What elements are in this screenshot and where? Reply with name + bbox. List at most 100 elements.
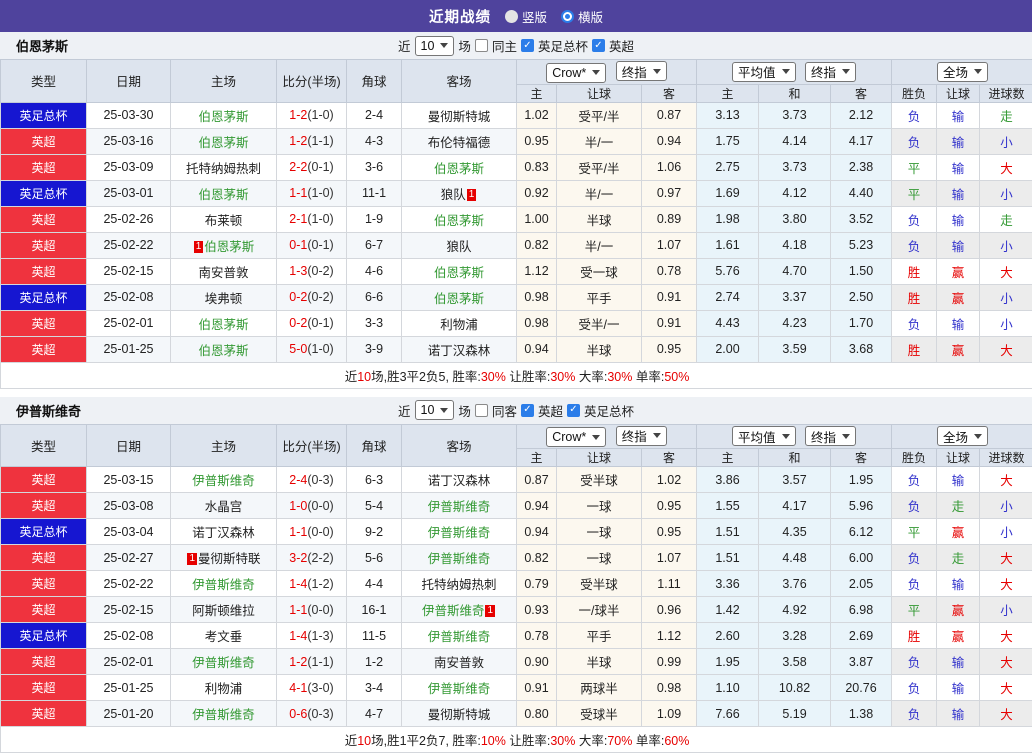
league-filter-checkbox-facup[interactable]: ✓ [567, 404, 580, 417]
recent-count-select[interactable]: 10 [415, 36, 455, 56]
odds-away-cell: 0.78 [642, 258, 697, 284]
avg-away-cell: 2.05 [831, 571, 892, 597]
team-label: 狼队 [441, 188, 466, 202]
score-cell: 3-2(2-2) [277, 545, 347, 571]
recent-count-select[interactable]: 10 [415, 400, 455, 420]
corner-cell: 3-9 [347, 336, 402, 362]
date-cell: 25-02-15 [87, 597, 171, 623]
league-cell: 英足总杯 [1, 623, 87, 649]
average-select[interactable]: 平均值 [732, 426, 796, 446]
avg-home-cell: 1.98 [697, 206, 759, 232]
odds-time-select[interactable]: 终指 [616, 61, 667, 81]
home-team-cell: 考文垂 [171, 623, 277, 649]
top-bar: 近期战绩 竖版 横版 [0, 0, 1032, 32]
avg-away-cell: 1.38 [831, 701, 892, 727]
avg-draw-cell: 3.37 [759, 284, 831, 310]
avg-home-cell: 1.55 [697, 493, 759, 519]
home-team-cell: 伊普斯维奇 [171, 701, 277, 727]
result-goals-cell: 小 [980, 597, 1032, 623]
team-label: 伯恩茅斯 [434, 292, 484, 306]
halftime-score: (0-1) [307, 238, 333, 252]
result-goals-cell: 大 [980, 675, 1032, 701]
odds-handicap-cell: 受半球 [557, 571, 642, 597]
team-label: 伯恩茅斯 [434, 266, 484, 280]
vertical-layout-option[interactable]: 竖版 [505, 7, 547, 26]
average-time-select[interactable]: 终指 [805, 426, 856, 446]
date-cell: 25-03-08 [87, 493, 171, 519]
summary-stat-label: 场,胜1平2负7, 胜率: [371, 734, 481, 748]
corner-cell: 5-4 [347, 493, 402, 519]
horizontal-layout-option[interactable]: 横版 [561, 7, 603, 26]
team-label: 狼队 [446, 240, 471, 254]
games-label: 场 [458, 401, 471, 420]
same-venue-checkbox[interactable] [475, 404, 488, 417]
league-cell: 英超 [1, 336, 87, 362]
odds-source-select[interactable]: Crow* [546, 63, 606, 83]
odds-handicap-cell: 一球 [557, 519, 642, 545]
summary-stat-label: 单率: [632, 370, 664, 384]
chevron-down-icon [974, 434, 982, 439]
halftime-score: (1-0) [307, 186, 333, 200]
odds-away-cell: 0.89 [642, 206, 697, 232]
col-header-date: 日期 [87, 60, 171, 103]
team-label: 考文垂 [205, 630, 243, 644]
match-row: 英足总杯25-02-08埃弗顿0-2(0-2)6-6伯恩茅斯0.98平手0.91… [1, 284, 1032, 310]
home-team-cell: 1伯恩茅斯 [171, 232, 277, 258]
home-team-cell: 布莱顿 [171, 206, 277, 232]
score-cell: 1-1(0-0) [277, 519, 347, 545]
result-goals-cell: 小 [980, 232, 1032, 258]
halftime-score: (2-2) [307, 551, 333, 565]
score-cell: 1-2(1-1) [277, 649, 347, 675]
result-wdl-cell: 胜 [892, 284, 937, 310]
league-filter-checkbox-facup[interactable]: ✓ [521, 39, 534, 52]
league-filter-checkbox-epl[interactable]: ✓ [521, 404, 534, 417]
match-row: 英超25-03-08水晶宫1-0(0-0)5-4伊普斯维奇0.94一球0.951… [1, 493, 1032, 519]
odds-home-cell: 0.94 [517, 493, 557, 519]
summary-stat-label: 场,胜3平2负5, 胜率: [371, 370, 481, 384]
corner-cell: 11-1 [347, 180, 402, 206]
league-cell: 英足总杯 [1, 284, 87, 310]
odds-away-cell: 1.12 [642, 623, 697, 649]
avg-away-cell: 6.00 [831, 545, 892, 571]
radio-checked-icon[interactable] [561, 10, 574, 23]
home-team-cell: 伊普斯维奇 [171, 467, 277, 493]
odds-time-select[interactable]: 终指 [616, 426, 667, 446]
fulltime-score: 3-2 [289, 551, 307, 565]
odds-home-cell: 0.98 [517, 310, 557, 336]
result-wdl-cell: 负 [892, 649, 937, 675]
summary-stat-value: 10 [357, 734, 371, 748]
avg-draw-cell: 4.92 [759, 597, 831, 623]
col-header-result-handicap: 让球 [937, 84, 980, 102]
fulltime-select[interactable]: 全场 [937, 426, 988, 446]
match-row: 英超25-03-15伊普斯维奇2-4(0-3)6-3诺丁汉森林0.87受半球1.… [1, 467, 1032, 493]
halftime-score: (0-1) [307, 160, 333, 174]
col-header-score: 比分(半场) [277, 60, 347, 103]
odds-source-select[interactable]: Crow* [546, 427, 606, 447]
team-label: 伯恩茅斯 [204, 240, 254, 254]
league-cell: 英超 [1, 206, 87, 232]
odds-home-cell: 0.82 [517, 232, 557, 258]
result-wdl-cell: 负 [892, 128, 937, 154]
col-header-type: 类型 [1, 60, 87, 103]
horizontal-layout-label: 横版 [578, 7, 603, 26]
avg-home-cell: 3.86 [697, 467, 759, 493]
same-venue-checkbox[interactable] [475, 39, 488, 52]
red-card-badge: 1 [467, 189, 477, 201]
home-team-cell: 伯恩茅斯 [171, 128, 277, 154]
radio-unchecked-icon[interactable] [505, 10, 518, 23]
halftime-score: (0-0) [307, 603, 333, 617]
col-header-result-goals: 进球数 [980, 84, 1032, 102]
fulltime-select[interactable]: 全场 [937, 62, 988, 82]
chevron-down-icon [782, 434, 790, 439]
date-cell: 25-02-08 [87, 623, 171, 649]
league-filter-checkbox-epl[interactable]: ✓ [592, 39, 605, 52]
corner-cell: 4-6 [347, 258, 402, 284]
average-time-select[interactable]: 终指 [805, 62, 856, 82]
halftime-score: (0-3) [307, 473, 333, 487]
team-label: 曼彻斯特城 [428, 708, 491, 722]
result-wdl-cell: 平 [892, 154, 937, 180]
odds-handicap-cell: 两球半 [557, 675, 642, 701]
result-handicap-cell: 输 [937, 102, 980, 128]
chevron-down-icon [592, 435, 600, 440]
average-select[interactable]: 平均值 [732, 62, 796, 82]
